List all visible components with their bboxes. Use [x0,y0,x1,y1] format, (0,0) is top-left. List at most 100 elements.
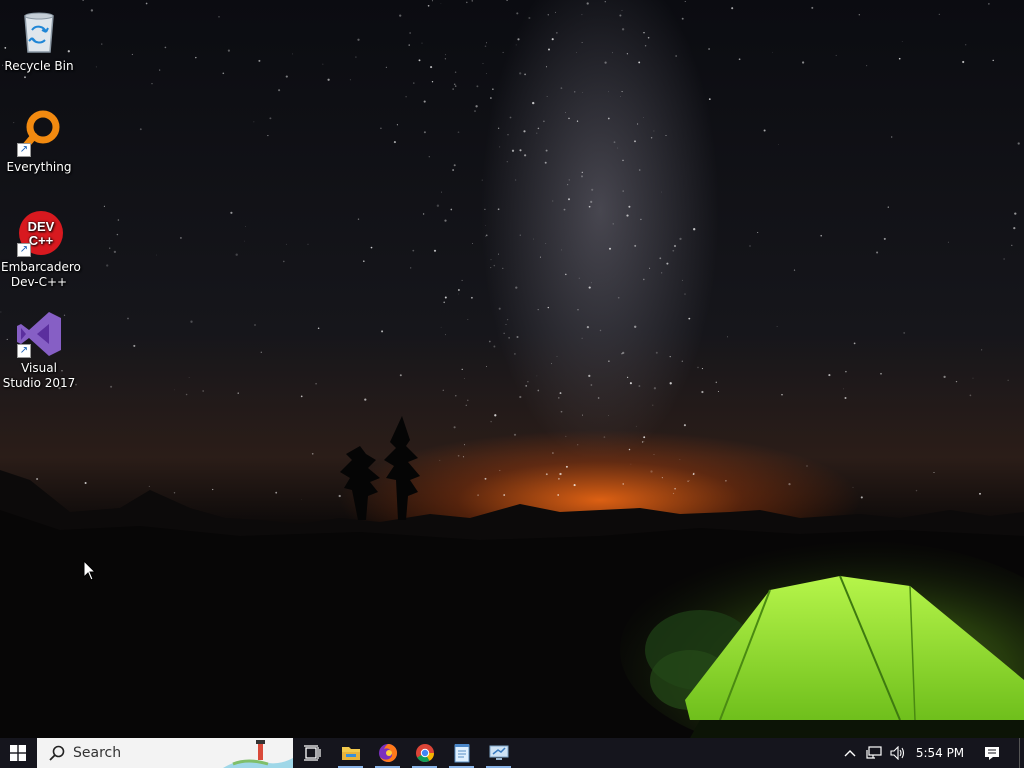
star [110,385,113,388]
star [410,267,412,269]
star [642,278,645,281]
star [498,307,501,310]
star [440,326,442,328]
star [887,206,889,208]
star [440,3,442,4]
star [643,117,645,118]
star [499,146,501,148]
star [244,240,245,242]
star [1017,142,1020,145]
everything-search-icon: ↗ [15,109,63,157]
desktop-icon-visual-studio[interactable]: ↗ Visual Studio 2017 [1,310,77,391]
star [245,226,246,227]
taskbar-file-explorer[interactable] [332,738,369,768]
star [776,325,778,327]
star [82,0,84,1]
desktop-icon-label: Recycle Bin [4,59,74,73]
star [581,337,583,339]
taskbar-chrome[interactable] [406,738,443,768]
star [715,381,718,384]
devcpp-icon: DEV C++ ↗ [15,209,63,257]
star [643,31,645,34]
taskbar-notepad[interactable] [443,738,480,768]
star [218,15,220,18]
star [749,245,751,247]
star [363,260,365,263]
star [608,91,609,93]
star [399,374,402,377]
star [380,127,382,130]
star [622,190,624,192]
remote-desktop-icon [489,745,508,760]
star [1011,244,1013,247]
desktop-icon-everything[interactable]: ↗ Everything [1,109,77,175]
star [727,336,728,338]
desktop[interactable]: Recycle Bin ↗ Everything DEV C++ ↗ Embar… [0,0,1024,738]
star [675,55,677,57]
star [291,53,293,55]
star [422,213,425,215]
star [515,44,517,46]
star [285,75,288,78]
star [253,121,255,123]
star [463,378,465,379]
desktop-icon-devcpp[interactable]: DEV C++ ↗ Embarcadero Dev-C++ [1,209,81,290]
tray-show-hidden-icons[interactable] [838,738,862,768]
tray-volume[interactable] [886,738,910,768]
star [619,14,622,17]
star [604,1,606,3]
star [590,200,593,203]
star [307,243,309,245]
star [581,171,583,174]
star [576,120,579,122]
action-center-button[interactable] [978,738,1006,768]
star [506,161,508,163]
star [519,72,522,75]
taskbar-firefox[interactable] [369,738,406,768]
star [453,83,456,86]
star [90,9,94,12]
star [444,219,447,222]
star [450,208,453,211]
star [891,136,893,138]
star [617,147,619,149]
taskbar-remote-desktop[interactable] [480,738,517,768]
star [131,53,133,55]
star [509,116,512,119]
star [567,184,569,186]
star [133,344,136,347]
star [972,377,974,379]
star [621,91,623,93]
show-desktop-button[interactable] [1019,738,1024,768]
star [230,211,233,214]
star [563,208,566,211]
star [396,124,398,126]
star [778,143,779,145]
star [476,85,479,88]
star [156,254,158,256]
star [1003,258,1005,260]
star [482,63,484,64]
start-button[interactable] [0,738,36,768]
desktop-icon-recycle-bin[interactable]: Recycle Bin [1,8,77,74]
star [568,198,570,201]
search-box[interactable]: Search [37,738,293,768]
taskbar-task-view[interactable] [294,738,331,768]
star [988,3,990,5]
star [506,318,509,321]
star [282,260,285,263]
star [103,205,105,207]
tray-network[interactable] [862,738,886,768]
star [578,277,580,279]
notification-icon [985,746,999,760]
star [517,38,520,41]
star [853,342,856,345]
firefox-icon [378,743,397,762]
star [441,191,442,193]
star [455,395,457,397]
devcpp-badge-bottom: C++ [29,233,54,248]
taskbar-clock[interactable]: 5:54 PM [910,738,970,768]
star [669,382,672,385]
star [588,374,591,378]
star [708,48,711,50]
